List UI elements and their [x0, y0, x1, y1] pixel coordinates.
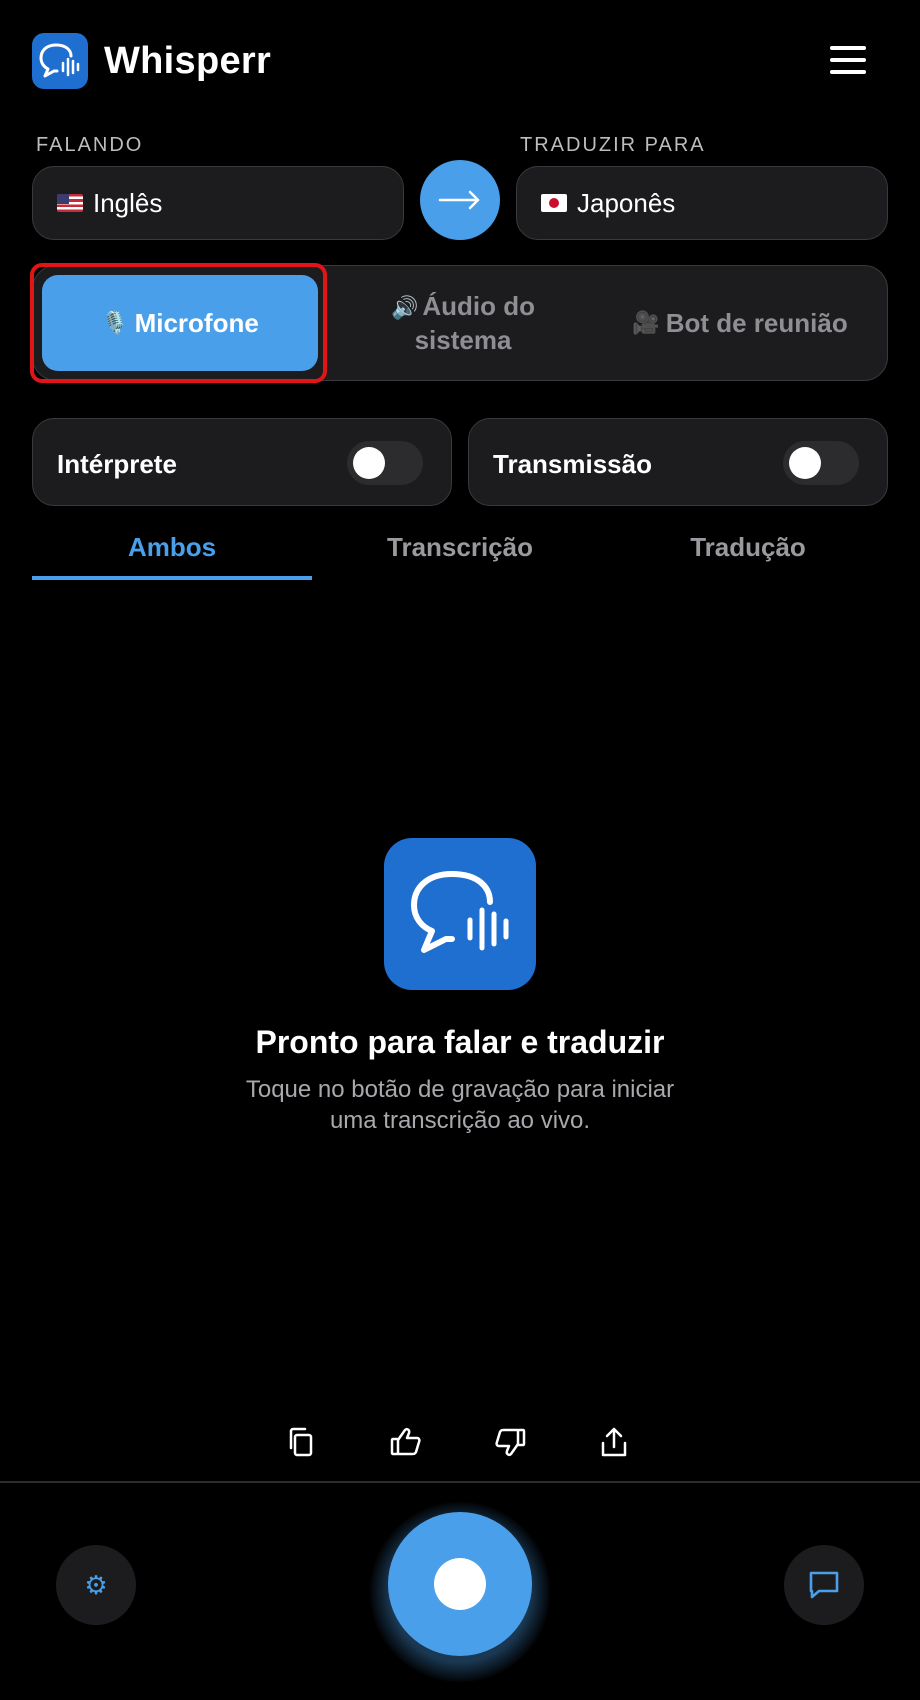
target-language-select[interactable]: Japonês: [516, 166, 888, 240]
speech-bubble-waveform-icon: [384, 838, 536, 990]
bottom-divider: [0, 1481, 920, 1483]
app-logo-icon: [32, 33, 88, 89]
thumbs-down-icon[interactable]: [488, 1420, 532, 1464]
source-option-label: Bot de reunião: [665, 308, 848, 338]
share-icon[interactable]: [592, 1420, 636, 1464]
view-tabs: Ambos Transcrição Tradução: [32, 528, 898, 580]
interpreter-switch[interactable]: [347, 441, 423, 485]
interpreter-label: Intérprete: [57, 449, 177, 479]
chat-button[interactable]: [784, 1545, 864, 1625]
app-title: Whisperr: [104, 40, 272, 82]
broadcast-label: Transmissão: [493, 449, 652, 479]
japan-flag-icon: [541, 194, 567, 212]
broadcast-switch[interactable]: [783, 441, 859, 485]
arrow-right-icon: [438, 190, 480, 210]
source-option-microphone[interactable]: 🎙️ Microfone: [42, 275, 318, 371]
broadcast-toggle-card[interactable]: Transmissão: [468, 418, 888, 506]
hamburger-menu-icon[interactable]: [830, 46, 866, 74]
target-language-value: Japonês: [577, 187, 676, 218]
source-language-select[interactable]: Inglês: [32, 166, 404, 240]
tab-transcription[interactable]: Transcrição: [320, 528, 600, 580]
target-language-label: TRADUZIR PARA: [520, 134, 706, 156]
thumbs-up-icon[interactable]: [384, 1420, 428, 1464]
empty-state-subtitle: Toque no botão de gravação para iniciar …: [245, 1076, 675, 1134]
source-language-value: Inglês: [93, 187, 163, 218]
source-option-label: Áudio do sistema: [414, 291, 536, 355]
microphone-icon: 🎙️: [101, 310, 129, 335]
source-option-system-audio[interactable]: 🔊 Áudio do sistema: [331, 275, 595, 371]
copy-icon[interactable]: [280, 1420, 324, 1464]
transcript-actions: [280, 1420, 640, 1464]
audio-source-selector: 🎙️ Microfone 🔊 Áudio do sistema 🎥 Bot de …: [32, 265, 888, 381]
source-option-label: Microfone: [134, 308, 259, 338]
swap-languages-button[interactable]: [420, 160, 500, 240]
switch-knob: [353, 447, 385, 479]
us-flag-icon: [57, 194, 83, 212]
app-header: Whisperr: [0, 0, 920, 120]
tab-both[interactable]: Ambos: [32, 528, 312, 580]
switch-knob: [789, 447, 821, 479]
empty-state-title: Pronto para falar e traduzir: [255, 1024, 665, 1060]
settings-button[interactable]: ⚙: [56, 1545, 136, 1625]
chat-icon: [809, 1571, 839, 1599]
tab-translation[interactable]: Tradução: [608, 528, 888, 580]
gear-icon: ⚙: [84, 1569, 108, 1600]
video-camera-icon: 🎥: [632, 310, 660, 335]
source-option-meeting-bot[interactable]: 🎥 Bot de reunião: [595, 275, 885, 371]
speaker-icon: 🔊: [390, 295, 419, 320]
record-button[interactable]: [388, 1512, 532, 1656]
source-language-label: FALANDO: [36, 134, 144, 156]
interpreter-toggle-card[interactable]: Intérprete: [32, 418, 452, 506]
record-icon: [434, 1558, 486, 1610]
